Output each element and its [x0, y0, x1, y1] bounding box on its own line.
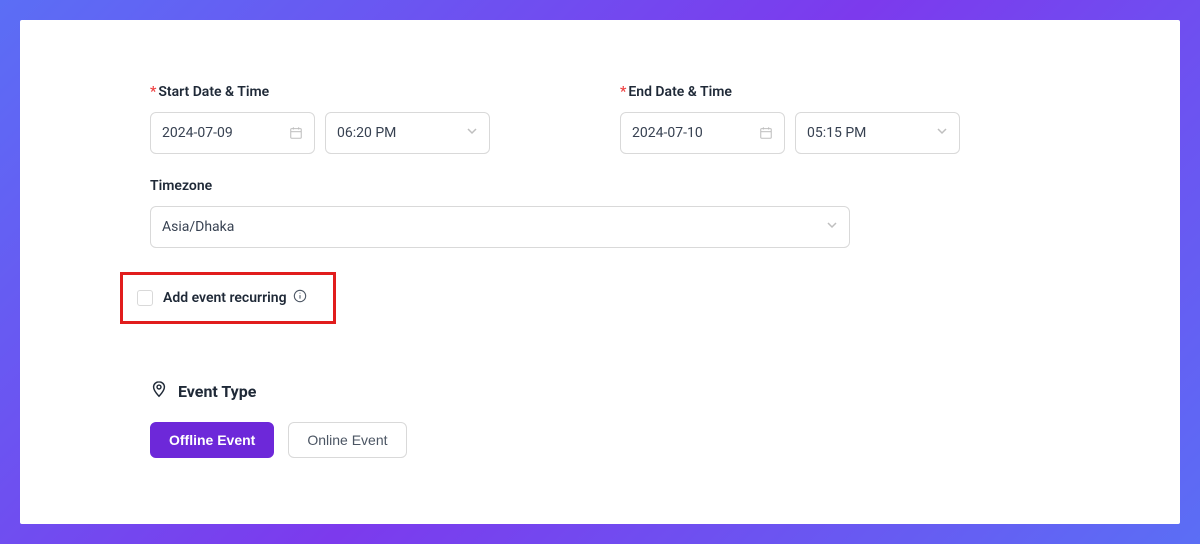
start-label: *Start Date & Time	[150, 84, 580, 100]
chevron-down-icon	[826, 219, 838, 235]
chevron-down-icon	[466, 125, 478, 141]
location-pin-icon	[150, 380, 168, 402]
online-event-button[interactable]: Online Event	[288, 422, 406, 458]
required-asterisk: *	[620, 84, 626, 100]
end-date-input[interactable]: 2024-07-10	[620, 112, 785, 154]
event-type-buttons: Offline Event Online Event	[150, 422, 1050, 458]
end-label: *End Date & Time	[620, 84, 1050, 100]
calendar-icon	[759, 126, 773, 140]
timezone-label: Timezone	[150, 178, 1050, 194]
end-time-value: 05:15 PM	[807, 125, 866, 141]
offline-event-button[interactable]: Offline Event	[150, 422, 274, 458]
start-date-value: 2024-07-09	[162, 125, 233, 141]
timezone-group: Timezone Asia/Dhaka	[150, 178, 1050, 248]
recurring-label: Add event recurring	[163, 289, 307, 307]
chevron-down-icon	[936, 125, 948, 141]
end-time-input[interactable]: 05:15 PM	[795, 112, 960, 154]
start-datetime-group: *Start Date & Time 2024-07-09 06:20 PM	[150, 84, 580, 154]
timezone-value: Asia/Dhaka	[162, 219, 234, 235]
info-icon	[293, 289, 307, 307]
end-date-value: 2024-07-10	[632, 125, 703, 141]
calendar-icon	[289, 126, 303, 140]
required-asterisk: *	[150, 84, 156, 100]
start-date-input[interactable]: 2024-07-09	[150, 112, 315, 154]
datetime-row: *Start Date & Time 2024-07-09 06:20 PM	[150, 84, 1050, 154]
end-label-text: End Date & Time	[628, 84, 732, 100]
end-datetime-group: *End Date & Time 2024-07-10 05:15 PM	[620, 84, 1050, 154]
start-time-input[interactable]: 06:20 PM	[325, 112, 490, 154]
start-time-value: 06:20 PM	[337, 125, 396, 141]
event-form-card: *Start Date & Time 2024-07-09 06:20 PM	[20, 20, 1180, 524]
recurring-highlight: Add event recurring	[120, 272, 336, 324]
recurring-label-text: Add event recurring	[163, 290, 287, 306]
event-type-heading: Event Type	[150, 380, 1050, 402]
timezone-select[interactable]: Asia/Dhaka	[150, 206, 850, 248]
event-type-heading-text: Event Type	[178, 382, 256, 401]
recurring-checkbox[interactable]	[137, 290, 153, 306]
start-label-text: Start Date & Time	[158, 84, 269, 100]
